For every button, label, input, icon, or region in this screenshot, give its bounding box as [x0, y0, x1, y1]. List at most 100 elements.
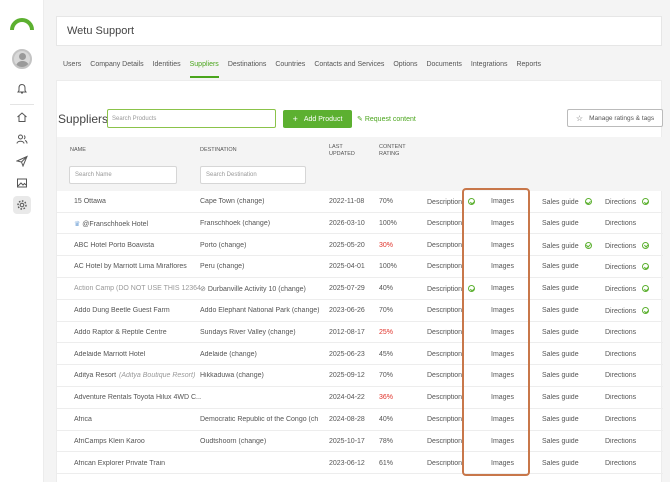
- table-row[interactable]: ABC Hotel Porto Boavista Porto (change) 20…: [57, 235, 663, 257]
- description-link[interactable]: Description: [427, 416, 462, 423]
- sales-guide-link[interactable]: Sales guide: [542, 198, 592, 206]
- destination-cell[interactable]: Adelaide (change): [200, 351, 326, 358]
- product-search-input[interactable]: Search Products: [107, 109, 276, 128]
- description-link[interactable]: Description: [427, 220, 462, 227]
- directions-link[interactable]: Directions: [605, 220, 636, 227]
- tab-options[interactable]: Options: [393, 52, 417, 78]
- sales-guide-link[interactable]: Sales guide: [542, 263, 579, 270]
- images-link[interactable]: Images: [491, 242, 514, 249]
- sales-guide-link[interactable]: Sales guide: [542, 241, 592, 250]
- tab-integrations[interactable]: Integrations: [471, 52, 508, 78]
- sales-guide-link[interactable]: Sales guide: [542, 416, 579, 423]
- destination-cell[interactable]: Addo Elephant National Park (change): [200, 307, 326, 314]
- tab-documents[interactable]: Documents: [426, 52, 461, 78]
- column-header-destination[interactable]: DESTINATION: [200, 147, 237, 154]
- table-row[interactable]: Action Camp (DO NOT USE THIS 12364) ⊘ Dur…: [57, 278, 663, 300]
- tab-identities[interactable]: Identities: [153, 52, 181, 78]
- destination-cell[interactable]: Sundays River Valley (change): [200, 329, 326, 336]
- table-row[interactable]: Aditya Resort (Aditya Boutique Resort) Hik…: [57, 365, 663, 388]
- table-row[interactable]: AC Hotel by Marriott Lima Miraflores Peru…: [57, 256, 663, 279]
- destination-cell[interactable]: ⊘ Durbanville Activity 10 (change): [200, 285, 326, 293]
- images-link[interactable]: Images: [491, 394, 514, 401]
- images-link[interactable]: Images: [491, 220, 514, 227]
- home-icon[interactable]: [13, 108, 31, 126]
- sales-guide-link[interactable]: Sales guide: [542, 394, 579, 401]
- sales-guide-link[interactable]: Sales guide: [542, 438, 579, 445]
- sales-guide-link[interactable]: Sales guide: [542, 329, 579, 336]
- description-link[interactable]: Description: [427, 285, 476, 293]
- destination-filter-input[interactable]: Search Destination: [200, 166, 306, 184]
- supplier-name-link[interactable]: Addo Raptor & Reptile Centre: [74, 329, 201, 336]
- directions-link[interactable]: Directions: [605, 351, 636, 358]
- supplier-name-link[interactable]: Adventure Rentals Toyota Hilux 4WD C...: [74, 394, 201, 401]
- directions-link[interactable]: Directions: [605, 198, 650, 206]
- users-icon[interactable]: [13, 130, 31, 148]
- description-link[interactable]: Description: [427, 329, 462, 336]
- description-link[interactable]: Description: [427, 394, 462, 401]
- tab-countries[interactable]: Countries: [275, 52, 305, 78]
- avatar[interactable]: [12, 49, 32, 69]
- description-link[interactable]: Description: [427, 438, 462, 445]
- sales-guide-link[interactable]: Sales guide: [542, 372, 579, 379]
- images-link[interactable]: Images: [491, 307, 514, 314]
- tab-users[interactable]: Users: [63, 52, 81, 78]
- table-row[interactable]: Africa Democratic Republic of the Congo (…: [57, 409, 663, 431]
- destination-cell[interactable]: Hikkaduwa (change): [200, 372, 326, 379]
- description-link[interactable]: Description: [427, 351, 462, 358]
- directions-link[interactable]: Directions: [605, 285, 650, 293]
- supplier-name-link[interactable]: Addo Dung Beetle Guest Farm: [74, 307, 201, 314]
- images-link[interactable]: Images: [491, 263, 514, 270]
- destination-cell[interactable]: Franschhoek (change): [200, 220, 326, 227]
- supplier-name-link[interactable]: ABC Hotel Porto Boavista: [74, 242, 201, 249]
- settings-icon[interactable]: [13, 196, 31, 214]
- tab-suppliers[interactable]: Suppliers: [189, 52, 219, 78]
- column-header-rating[interactable]: CONTENT RATING: [379, 144, 413, 158]
- sales-guide-link[interactable]: Sales guide: [542, 307, 579, 314]
- supplier-name-link[interactable]: AC Hotel by Marriott Lima Miraflores: [74, 263, 201, 270]
- table-row[interactable]: AfriCamps Klein Karoo Oudtshoorn (change)…: [57, 431, 663, 453]
- table-row[interactable]: Addo Dung Beetle Guest Farm Addo Elephant…: [57, 300, 663, 322]
- column-header-updated[interactable]: LAST UPDATED: [329, 144, 361, 158]
- table-row[interactable]: Addo Raptor & Reptile Centre Sundays Rive…: [57, 322, 663, 344]
- description-link[interactable]: Description: [427, 460, 462, 467]
- directions-link[interactable]: Directions: [605, 241, 650, 250]
- description-link[interactable]: Description: [427, 242, 462, 249]
- directions-link[interactable]: Directions: [605, 372, 636, 379]
- tab-reports[interactable]: Reports: [516, 52, 541, 78]
- send-icon[interactable]: [13, 152, 31, 170]
- supplier-name-link[interactable]: ♛ @Franschhoek Hotel: [74, 220, 201, 228]
- description-link[interactable]: Description: [427, 198, 476, 206]
- sales-guide-link[interactable]: Sales guide: [542, 351, 579, 358]
- supplier-name-link[interactable]: Africa: [74, 416, 201, 423]
- supplier-name-link[interactable]: Action Camp (DO NOT USE THIS 12364): [74, 285, 201, 292]
- tab-company-details[interactable]: Company Details: [90, 52, 143, 78]
- directions-link[interactable]: Directions: [605, 329, 636, 336]
- destination-cell[interactable]: Democratic Republic of the Congo (ch: [200, 416, 326, 423]
- images-link[interactable]: Images: [491, 460, 514, 467]
- images-link[interactable]: Images: [491, 285, 514, 292]
- directions-link[interactable]: Directions: [605, 438, 636, 445]
- name-filter-input[interactable]: Search Name: [69, 166, 177, 184]
- description-link[interactable]: Description: [427, 372, 462, 379]
- images-link[interactable]: Images: [491, 329, 514, 336]
- images-link[interactable]: Images: [491, 351, 514, 358]
- destination-cell[interactable]: Peru (change): [200, 263, 326, 270]
- tab-destinations[interactable]: Destinations: [228, 52, 267, 78]
- supplier-name-link[interactable]: 15 Ottawa: [74, 198, 201, 205]
- sales-guide-link[interactable]: Sales guide: [542, 285, 579, 292]
- supplier-name-link[interactable]: Adelaide Marriott Hotel: [74, 351, 201, 358]
- table-row[interactable]: African Explorer Private Train 2023-06-12…: [57, 453, 663, 475]
- tab-contacts-and-services[interactable]: Contacts and Services: [314, 52, 384, 78]
- supplier-name-link[interactable]: Aditya Resort (Aditya Boutique Resort): [74, 372, 201, 379]
- supplier-name-link[interactable]: African Explorer Private Train: [74, 460, 201, 467]
- bell-icon[interactable]: [13, 80, 31, 98]
- destination-cell[interactable]: Oudtshoorn (change): [200, 438, 326, 445]
- directions-link[interactable]: Directions: [605, 416, 636, 423]
- table-row[interactable]: Adventure Rentals Toyota Hilux 4WD C... 2…: [57, 387, 663, 409]
- directions-link[interactable]: Directions: [605, 307, 650, 315]
- supplier-name-link[interactable]: AfriCamps Klein Karoo: [74, 438, 201, 445]
- sales-guide-link[interactable]: Sales guide: [542, 460, 579, 467]
- table-row[interactable]: ♛ @Franschhoek Hotel Franschhoek (change)…: [57, 213, 663, 235]
- image-icon[interactable]: [13, 174, 31, 192]
- description-link[interactable]: Description: [427, 263, 462, 270]
